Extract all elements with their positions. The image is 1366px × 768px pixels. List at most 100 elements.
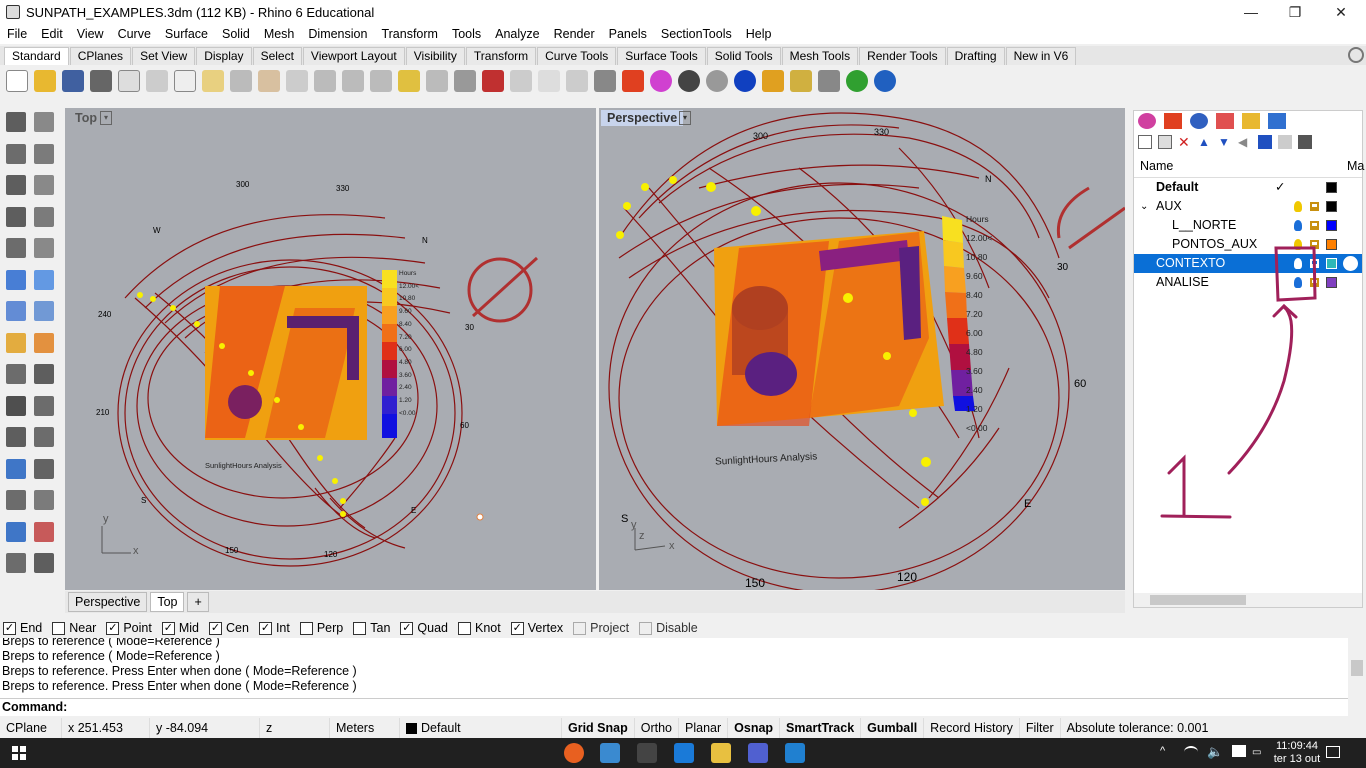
surface-icon[interactable] xyxy=(34,301,54,321)
layer-row-l-norte[interactable]: L__NORTE xyxy=(1134,216,1362,235)
move-down-icon[interactable]: ▼ xyxy=(1218,135,1232,149)
zoom-icon[interactable] xyxy=(314,69,336,92)
menu-panels[interactable]: Panels xyxy=(602,27,654,41)
block-icon[interactable] xyxy=(6,521,26,542)
menu-sectiontools[interactable]: SectionTools xyxy=(654,27,739,41)
osnap-vertex[interactable]: ✓ Vertex xyxy=(510,621,563,635)
discord-icon[interactable] xyxy=(748,743,768,763)
osnap-checkbox[interactable] xyxy=(458,621,471,635)
viewport-top-dropdown-icon[interactable]: ▾ xyxy=(100,111,112,125)
osnap-checkbox[interactable]: ✓ xyxy=(400,621,414,635)
history-icon[interactable] xyxy=(34,521,54,542)
page-icon[interactable] xyxy=(1278,135,1292,149)
select-icon[interactable] xyxy=(510,69,532,92)
move-out-icon[interactable]: ◀ xyxy=(1238,135,1252,149)
grasshopper-icon[interactable] xyxy=(818,69,840,92)
menu-transform[interactable]: Transform xyxy=(374,27,445,41)
close-button[interactable]: ✕ xyxy=(1318,0,1364,24)
tab-set-view[interactable]: Set View xyxy=(132,47,196,65)
grid-snap-toggle[interactable]: Grid Snap xyxy=(562,718,635,738)
layer-color-swatch[interactable] xyxy=(1326,182,1337,193)
light-bulb-icon[interactable] xyxy=(1294,277,1302,288)
light-bulb-icon[interactable] xyxy=(1294,258,1302,269)
render-blue-sphere-icon[interactable] xyxy=(734,69,756,92)
tab-transform[interactable]: Transform xyxy=(465,47,537,65)
osnap-checkbox[interactable]: ✓ xyxy=(3,621,16,635)
viewport-tab-top[interactable]: Top xyxy=(150,592,185,612)
light-bulb-icon[interactable] xyxy=(1294,220,1302,231)
menu-curve[interactable]: Curve xyxy=(111,27,158,41)
more-tools-icon[interactable] xyxy=(34,553,54,573)
layer-color-swatch[interactable] xyxy=(1326,220,1337,231)
tab-solid-tools[interactable]: Solid Tools xyxy=(706,47,781,65)
tab-standard[interactable]: Standard xyxy=(4,47,69,65)
tools-icon[interactable] xyxy=(1298,135,1312,149)
osnap-checkbox[interactable] xyxy=(639,621,653,635)
menu-file[interactable]: File xyxy=(0,27,34,41)
fillet-icon[interactable] xyxy=(6,427,26,447)
tab-visibility[interactable]: Visibility xyxy=(405,47,465,65)
display-tab-icon[interactable] xyxy=(1268,113,1286,129)
materials-tab-icon[interactable] xyxy=(1216,113,1234,129)
viewport-top-title[interactable]: Top xyxy=(69,110,103,126)
rectangle-icon[interactable] xyxy=(34,206,54,227)
osnap-end[interactable]: ✓ End xyxy=(3,621,42,635)
circle-icon[interactable] xyxy=(6,175,26,195)
volume-icon[interactable]: 🔈 xyxy=(1207,744,1223,760)
layer-icon[interactable] xyxy=(622,69,644,92)
import-icon[interactable] xyxy=(118,69,140,92)
boolean-icon[interactable] xyxy=(34,395,54,416)
viewport-perspective-dropdown-icon[interactable]: ▾ xyxy=(679,111,691,125)
grid-icon[interactable] xyxy=(6,553,26,573)
freeform-icon[interactable] xyxy=(34,238,54,258)
osnap-perp[interactable]: Perp xyxy=(299,621,343,635)
menu-help[interactable]: Help xyxy=(739,27,779,41)
osnap-cen[interactable]: ✓ Cen xyxy=(209,621,249,635)
history-scrollbar-thumb[interactable] xyxy=(1351,660,1363,676)
zoom-window-icon[interactable] xyxy=(342,69,364,92)
layer-color-swatch[interactable] xyxy=(1326,201,1337,212)
car-icon[interactable] xyxy=(482,69,504,92)
status-cplane[interactable]: CPlane xyxy=(0,718,62,738)
wifi-icon[interactable] xyxy=(1184,746,1198,758)
osnap-checkbox[interactable] xyxy=(52,621,66,635)
light-bulb-icon[interactable] xyxy=(566,69,588,92)
unlock-icon[interactable] xyxy=(1310,259,1319,268)
osnap-project[interactable]: Project xyxy=(573,621,629,635)
viewport-perspective-title[interactable]: Perspective xyxy=(601,110,684,126)
minimize-button[interactable]: — xyxy=(1228,0,1274,24)
new-sublayer-icon[interactable] xyxy=(1158,135,1172,149)
add-viewport-tab-button[interactable]: + xyxy=(187,592,209,612)
firefox-icon[interactable] xyxy=(564,743,584,763)
pan-hand-icon[interactable] xyxy=(258,69,280,92)
osnap-checkbox[interactable]: ✓ xyxy=(161,621,175,635)
move-icon[interactable] xyxy=(6,364,26,384)
unlock-icon[interactable] xyxy=(1310,240,1319,249)
unlock-icon[interactable] xyxy=(1310,221,1319,230)
tab-display[interactable]: Display xyxy=(196,47,252,65)
solid-icon[interactable] xyxy=(6,395,26,416)
print-icon[interactable] xyxy=(90,69,112,92)
layers-name-header[interactable]: Name xyxy=(1140,159,1173,173)
tab-new-in-v6[interactable]: New in V6 xyxy=(1005,47,1077,65)
status-units[interactable]: Meters xyxy=(330,718,400,738)
notifications-icon[interactable] xyxy=(1326,746,1340,758)
osnap-knot[interactable]: Knot xyxy=(458,621,501,635)
material-circle-icon[interactable] xyxy=(1343,256,1358,271)
osnap-checkbox[interactable]: ✓ xyxy=(209,621,222,635)
layer-color-swatch[interactable] xyxy=(1326,239,1337,250)
osnap-point[interactable]: ✓ Point xyxy=(106,621,152,635)
osnap-checkbox[interactable]: ✓ xyxy=(510,621,524,635)
render-tab-icon[interactable] xyxy=(1190,113,1208,129)
osnap-checkbox[interactable] xyxy=(299,621,313,635)
desktop-icon[interactable] xyxy=(600,743,620,763)
smarttrack-toggle[interactable]: SmartTrack xyxy=(780,718,862,738)
tab-surface-tools[interactable]: Surface Tools xyxy=(617,47,706,65)
explode-icon[interactable] xyxy=(6,332,26,353)
start-windows-icon[interactable] xyxy=(12,746,26,760)
settings-gears-icon[interactable] xyxy=(790,69,812,92)
delete-layer-icon[interactable]: ✕ xyxy=(1178,135,1192,149)
curve-icon[interactable] xyxy=(34,143,54,164)
osnap-checkbox[interactable]: ✓ xyxy=(106,621,120,635)
menu-surface[interactable]: Surface xyxy=(158,27,215,41)
